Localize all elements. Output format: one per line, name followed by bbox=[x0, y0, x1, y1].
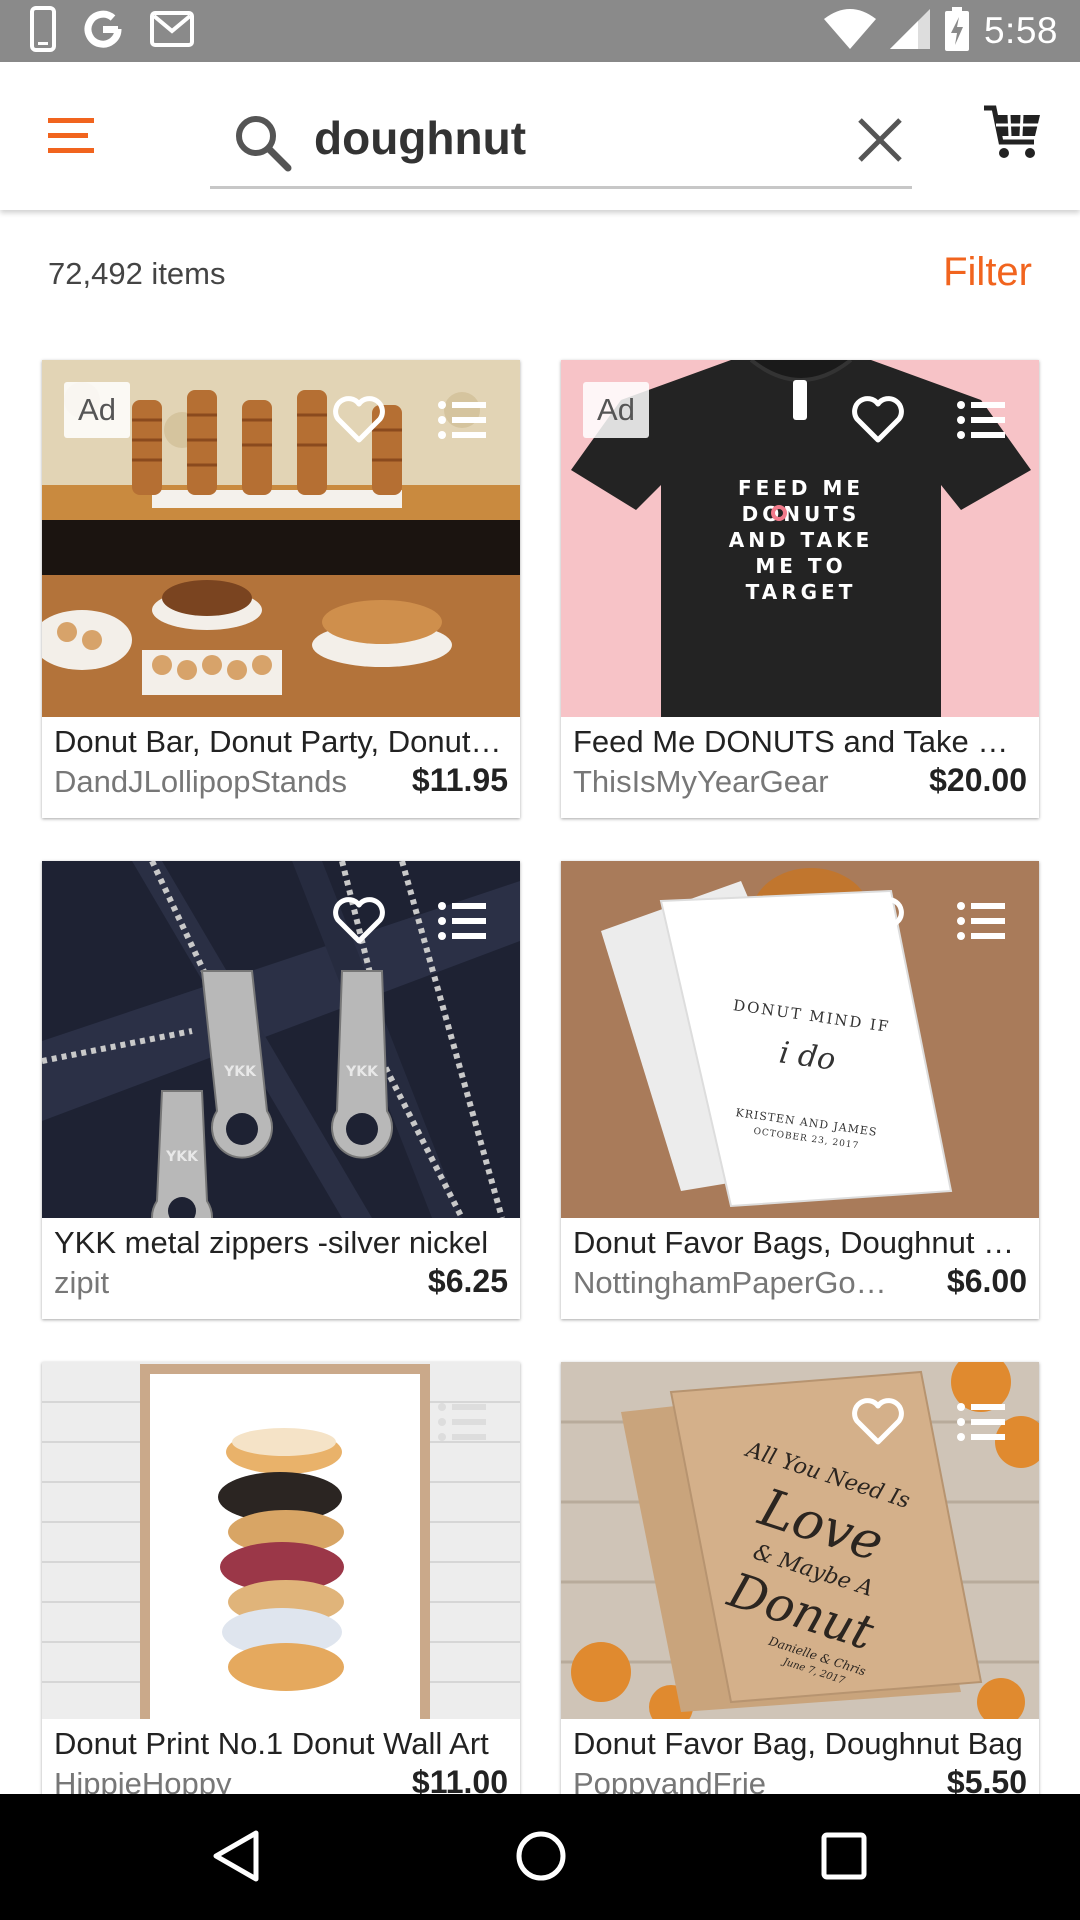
listing-title: YKK metal zippers -silver nickel bbox=[54, 1225, 489, 1260]
listing-card[interactable]: Donut Print No.1 Donut Wall Art HippieHo… bbox=[42, 1362, 520, 1794]
add-to-list-icon[interactable] bbox=[438, 901, 488, 941]
system-nav-bar bbox=[0, 1794, 1080, 1920]
add-to-list-icon[interactable] bbox=[957, 400, 1007, 440]
listing-grid: Ad Donut Bar, Donut Party, Donut Wall Da… bbox=[0, 0, 1080, 1794]
listing-image: FEED ME DONUTS AND TAKE ME TO TARGET Ad bbox=[561, 360, 1039, 717]
listing-title: Donut Favor Bags, Doughnut Bags bbox=[573, 1225, 1027, 1260]
back-icon[interactable] bbox=[212, 1829, 260, 1888]
search-bar bbox=[210, 94, 912, 189]
heart-icon[interactable] bbox=[332, 897, 386, 945]
listing-title: Feed Me DONUTS and Take Me to Target bbox=[573, 724, 1027, 759]
listing-price: $5.50 bbox=[946, 1764, 1027, 1794]
listing-card[interactable]: YKK YKK YKK YKK metal zippers -silver ni… bbox=[42, 861, 520, 1319]
listing-title: Donut Bar, Donut Party, Donut Wall bbox=[54, 724, 508, 759]
heart-icon[interactable] bbox=[851, 1398, 905, 1446]
listing-price: $6.25 bbox=[427, 1263, 508, 1299]
shirt-text-line: DONUTS bbox=[742, 502, 861, 526]
shopping-cart-icon[interactable] bbox=[982, 104, 1042, 167]
listing-card[interactable]: DONUT MIND IF i do KRISTEN AND JAMES OCT… bbox=[561, 861, 1039, 1319]
listing-image: Ad bbox=[42, 360, 520, 717]
listing-image: All You Need Is Love & Maybe A Donut Dan… bbox=[561, 1362, 1039, 1719]
listing-shop: HippieHoppy bbox=[54, 1766, 232, 1794]
listing-card[interactable]: FEED ME DONUTS AND TAKE ME TO TARGET Ad … bbox=[561, 360, 1039, 818]
shirt-text-line: AND TAKE bbox=[729, 528, 874, 552]
listing-shop: NottinghamPaperGoods bbox=[573, 1265, 903, 1300]
recents-icon[interactable] bbox=[820, 1829, 868, 1888]
listing-shop: PoppyandFrie bbox=[573, 1766, 767, 1794]
listing-price: $20.00 bbox=[929, 762, 1027, 798]
zipper-brand-label: YKK bbox=[345, 1064, 379, 1080]
heart-icon[interactable] bbox=[851, 897, 905, 945]
shirt-text-line: ME TO bbox=[755, 554, 846, 578]
listing-image: DONUT MIND IF i do KRISTEN AND JAMES OCT… bbox=[561, 861, 1039, 1218]
listing-price: $11.95 bbox=[411, 762, 508, 798]
listing-price: $11.00 bbox=[411, 1764, 508, 1794]
app-bar bbox=[0, 62, 1080, 210]
home-icon[interactable] bbox=[514, 1829, 568, 1888]
shirt-text-line: TARGET bbox=[746, 580, 857, 604]
add-to-list-icon[interactable] bbox=[957, 901, 1007, 941]
listing-shop: ThisIsMyYearGear bbox=[573, 764, 829, 799]
search-icon bbox=[234, 114, 292, 177]
hamburger-menu-icon[interactable] bbox=[44, 114, 100, 158]
heart-icon[interactable] bbox=[332, 396, 386, 444]
add-to-list-icon[interactable] bbox=[957, 1402, 1007, 1442]
listing-shop: DandJLollipopStands bbox=[54, 764, 347, 799]
add-to-list-icon[interactable] bbox=[438, 400, 488, 440]
add-to-list-icon[interactable] bbox=[438, 1402, 488, 1442]
listing-card[interactable]: Ad Donut Bar, Donut Party, Donut Wall Da… bbox=[42, 360, 520, 818]
ad-badge: Ad bbox=[583, 382, 649, 438]
listing-price: $6.00 bbox=[946, 1263, 1027, 1299]
heart-icon[interactable] bbox=[851, 396, 905, 444]
listing-title: Donut Favor Bag, Doughnut Bag bbox=[573, 1726, 1023, 1761]
zipper-brand-label: YKK bbox=[165, 1149, 199, 1165]
listing-image: YKK YKK YKK bbox=[42, 861, 520, 1218]
heart-icon[interactable] bbox=[332, 1398, 386, 1446]
shirt-text-line: FEED ME bbox=[738, 476, 864, 500]
ad-badge: Ad bbox=[64, 382, 130, 438]
listing-card[interactable]: All You Need Is Love & Maybe A Donut Dan… bbox=[561, 1362, 1039, 1794]
listing-title: Donut Print No.1 Donut Wall Art bbox=[54, 1726, 489, 1761]
listing-shop: zipit bbox=[54, 1265, 110, 1300]
close-icon[interactable] bbox=[856, 116, 904, 169]
zipper-brand-label: YKK bbox=[223, 1064, 257, 1080]
listing-image bbox=[42, 1362, 520, 1719]
search-input[interactable] bbox=[314, 108, 784, 168]
